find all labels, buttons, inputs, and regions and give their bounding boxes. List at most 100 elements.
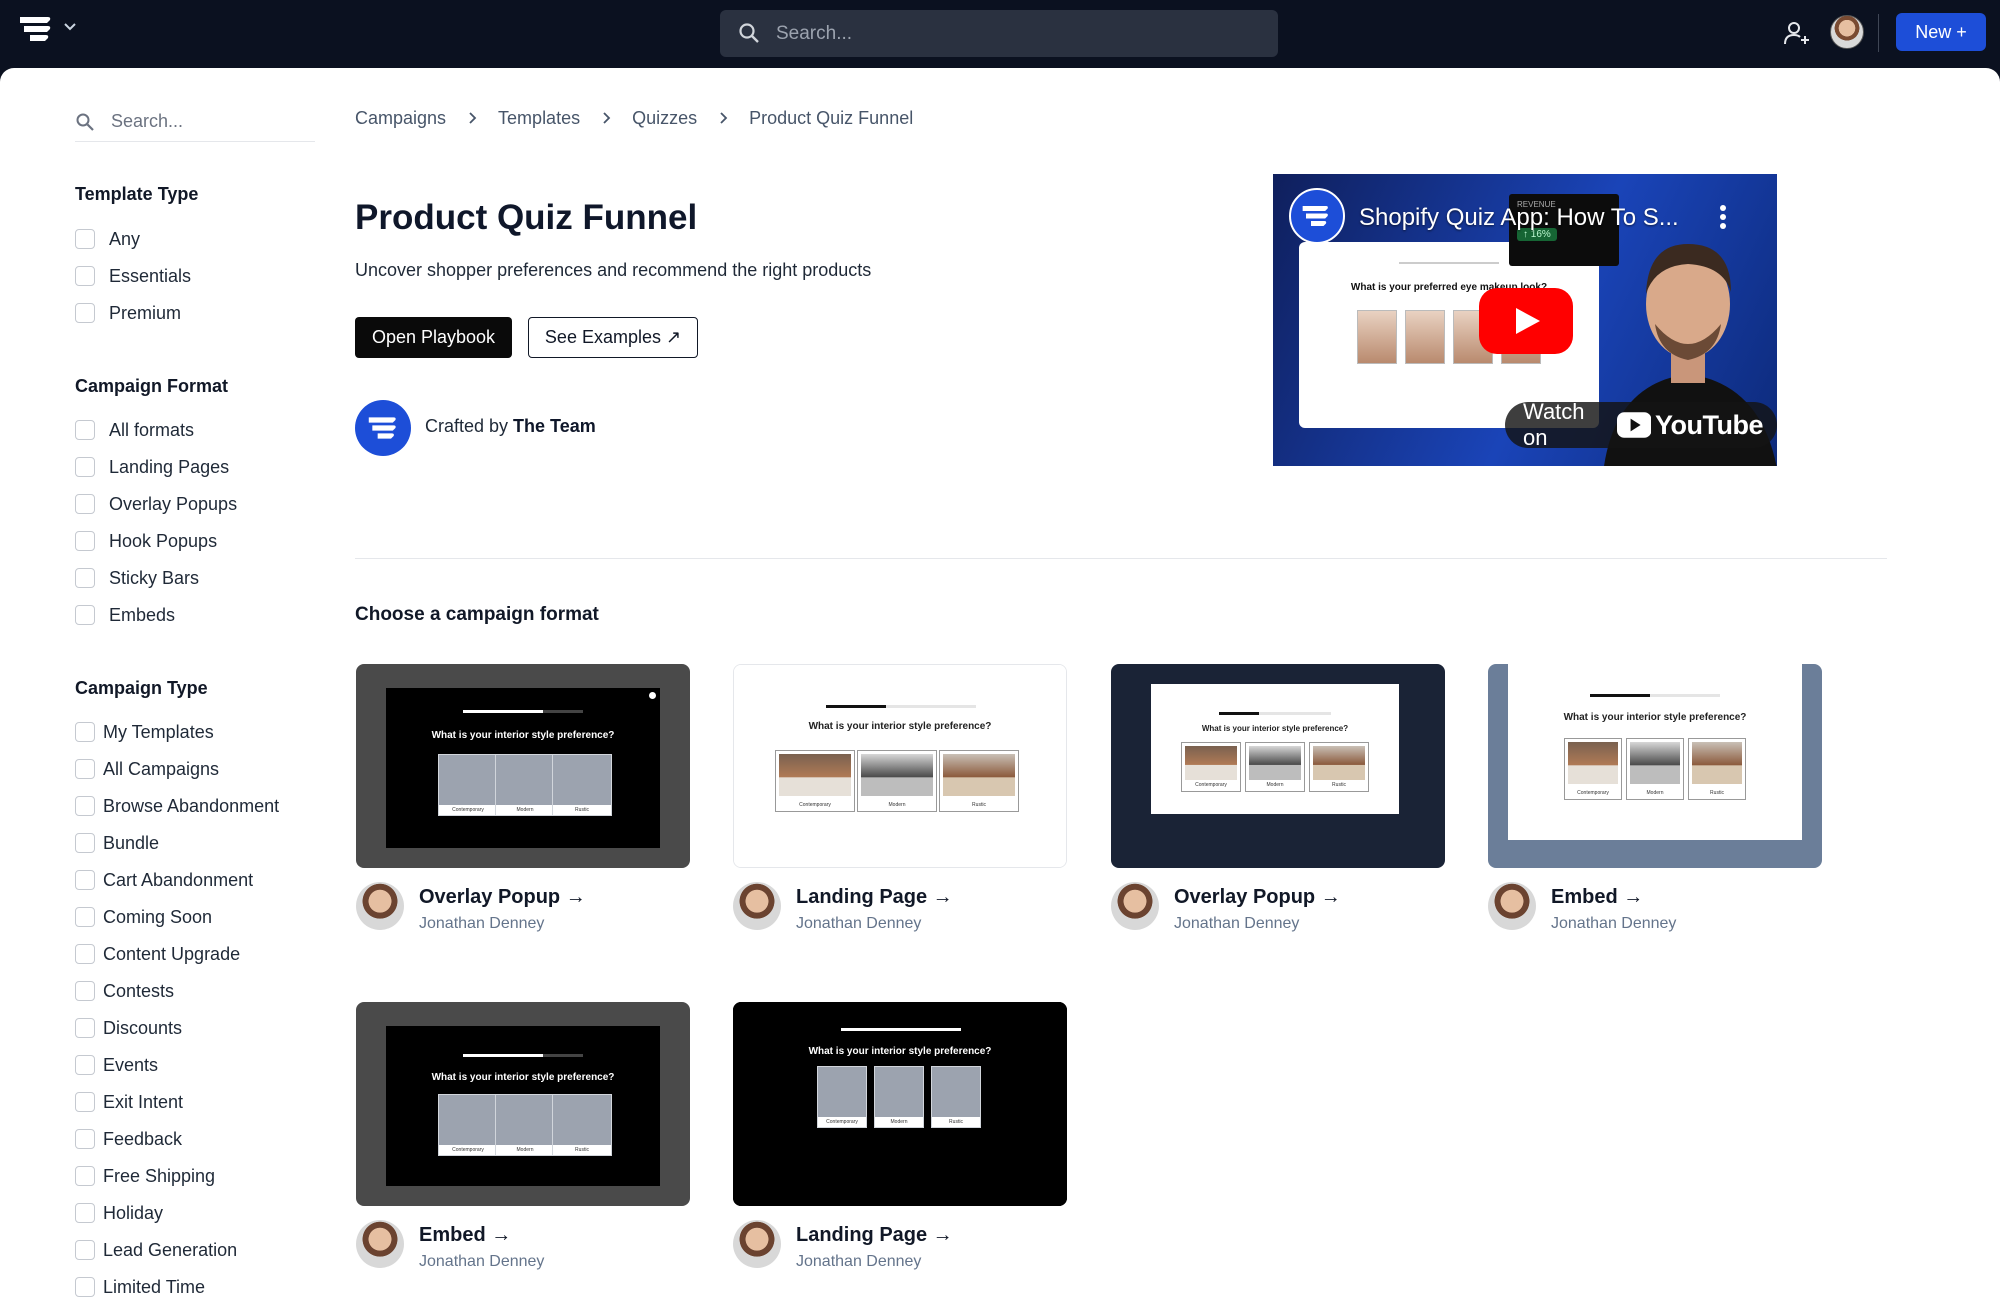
breadcrumb-campaigns[interactable]: Campaigns <box>355 108 446 129</box>
quiz-question: What is your interior style preference? <box>808 1046 992 1057</box>
checkbox[interactable] <box>75 1129 95 1149</box>
checkbox[interactable] <box>75 944 95 964</box>
checkbox[interactable] <box>75 303 95 323</box>
checkbox[interactable] <box>75 266 95 286</box>
filter-holiday[interactable]: Holiday <box>75 1201 163 1225</box>
checkbox[interactable] <box>75 494 95 514</box>
see-examples-button[interactable]: See Examples ↗ <box>528 317 698 358</box>
checkbox[interactable] <box>75 722 95 742</box>
checkbox[interactable] <box>75 870 95 890</box>
breadcrumb-templates[interactable]: Templates <box>498 108 580 129</box>
option-tile: Modern <box>495 1094 555 1156</box>
user-avatar[interactable] <box>1830 15 1864 49</box>
filter-cart-abandonment[interactable]: Cart Abandonment <box>75 868 253 892</box>
card-title[interactable]: Overlay Popup → <box>1174 886 1341 909</box>
checkbox[interactable] <box>75 981 95 1001</box>
channel-avatar[interactable] <box>1289 188 1345 244</box>
team-logo <box>355 400 411 456</box>
filter-overlay-popups[interactable]: Overlay Popups <box>75 492 237 516</box>
template-thumbnail[interactable]: What is your interior style preference? … <box>733 1002 1067 1206</box>
checkbox[interactable] <box>75 605 95 625</box>
face-thumbnail <box>1357 310 1397 364</box>
filter-essentials[interactable]: Essentials <box>75 264 191 288</box>
filter-label: Contests <box>103 980 175 1001</box>
crafted-prefix: Crafted by <box>425 416 514 436</box>
checkbox[interactable] <box>75 568 95 588</box>
card-title[interactable]: Landing Page → <box>796 1224 953 1247</box>
filter-bundle[interactable]: Bundle <box>75 831 159 855</box>
filter-premium[interactable]: Premium <box>75 301 181 325</box>
filter-all-formats[interactable]: All formats <box>75 418 194 442</box>
option-label: Rustic <box>553 805 611 815</box>
filter-all-campaigns[interactable]: All Campaigns <box>75 757 219 781</box>
option-label: Contemporary <box>439 1145 497 1155</box>
checkbox[interactable] <box>75 1277 95 1297</box>
sidebar-search[interactable] <box>75 102 315 142</box>
filter-any[interactable]: Any <box>75 227 140 251</box>
checkbox[interactable] <box>75 457 95 477</box>
filter-discounts[interactable]: Discounts <box>75 1016 182 1040</box>
video-title[interactable]: Shopify Quiz App: How To S... <box>1359 204 1679 232</box>
checkbox[interactable] <box>75 907 95 927</box>
checkbox[interactable] <box>75 420 95 440</box>
checkbox[interactable] <box>75 759 95 779</box>
open-playbook-button[interactable]: Open Playbook <box>355 317 512 358</box>
template-thumbnail[interactable]: What is your interior style preference? … <box>356 1002 690 1206</box>
card-title[interactable]: Overlay Popup → <box>419 886 586 909</box>
global-search-input[interactable] <box>776 10 1256 57</box>
checkbox[interactable] <box>75 1166 95 1186</box>
play-button[interactable] <box>1479 288 1573 354</box>
filter-embeds[interactable]: Embeds <box>75 603 175 627</box>
new-button[interactable]: New + <box>1896 13 1986 51</box>
filter-my-templates[interactable]: My Templates <box>75 720 214 744</box>
checkbox[interactable] <box>75 1018 95 1038</box>
template-thumbnail[interactable]: What is your interior style preference? … <box>733 664 1067 868</box>
breadcrumb-current[interactable]: Product Quiz Funnel <box>749 108 913 129</box>
option-tile: Rustic <box>939 750 1019 812</box>
global-search[interactable] <box>720 10 1278 57</box>
filter-events[interactable]: Events <box>75 1053 158 1077</box>
filter-free-shipping[interactable]: Free Shipping <box>75 1164 215 1188</box>
option-label: Contemporary <box>1195 782 1227 788</box>
filter-lead-generation[interactable]: Lead Generation <box>75 1238 237 1262</box>
option-tile: Modern <box>857 750 937 812</box>
more-options-icon[interactable] <box>1719 204 1727 230</box>
filter-browse-abandonment[interactable]: Browse Abandonment <box>75 794 279 818</box>
option-tile: Rustic <box>931 1066 981 1128</box>
checkbox[interactable] <box>75 1203 95 1223</box>
watch-on-label: Watch on <box>1523 399 1585 450</box>
checkbox[interactable] <box>75 833 95 853</box>
checkbox[interactable] <box>75 1092 95 1112</box>
checkbox[interactable] <box>75 1240 95 1260</box>
filter-coming-soon[interactable]: Coming Soon <box>75 905 212 929</box>
app-logo-icon[interactable] <box>18 14 54 44</box>
option-label: Contemporary <box>799 802 831 808</box>
checkbox[interactable] <box>75 531 95 551</box>
template-thumbnail[interactable]: What is your interior style preference? … <box>356 664 690 868</box>
checkbox[interactable] <box>75 1055 95 1075</box>
filter-limited-time[interactable]: Limited Time <box>75 1275 205 1299</box>
watch-on-youtube-button[interactable]: Watch on YouTube <box>1505 399 1777 450</box>
add-user-icon[interactable] <box>1782 18 1812 48</box>
checkbox[interactable] <box>75 796 95 816</box>
filter-contests[interactable]: Contests <box>75 979 174 1003</box>
filter-hook-popups[interactable]: Hook Popups <box>75 529 217 553</box>
quiz-question: What is your interior style preference? <box>431 1072 615 1083</box>
template-thumbnail[interactable]: What is your interior style preference? … <box>1488 664 1822 868</box>
filter-exit-intent[interactable]: Exit Intent <box>75 1090 183 1114</box>
chevron-down-icon[interactable] <box>62 18 78 34</box>
card-title[interactable]: Embed → <box>1551 886 1643 909</box>
filter-content-upgrade[interactable]: Content Upgrade <box>75 942 240 966</box>
checkbox[interactable] <box>75 229 95 249</box>
template-thumbnail[interactable]: What is your interior style preference? … <box>1111 664 1445 868</box>
filter-feedback[interactable]: Feedback <box>75 1127 182 1151</box>
filter-sticky-bars[interactable]: Sticky Bars <box>75 566 199 590</box>
sidebar-search-input[interactable] <box>111 102 311 140</box>
card-title[interactable]: Embed → <box>419 1224 511 1247</box>
breadcrumb-quizzes[interactable]: Quizzes <box>632 108 697 129</box>
video-embed[interactable]: What is your preferred eye makeup look? … <box>1273 174 1777 466</box>
filter-label: Browse Abandonment <box>103 795 280 816</box>
filter-landing-pages[interactable]: Landing Pages <box>75 455 229 479</box>
card-title[interactable]: Landing Page → <box>796 886 953 909</box>
popup-preview: What is your interior style preference? … <box>733 1002 1067 1206</box>
